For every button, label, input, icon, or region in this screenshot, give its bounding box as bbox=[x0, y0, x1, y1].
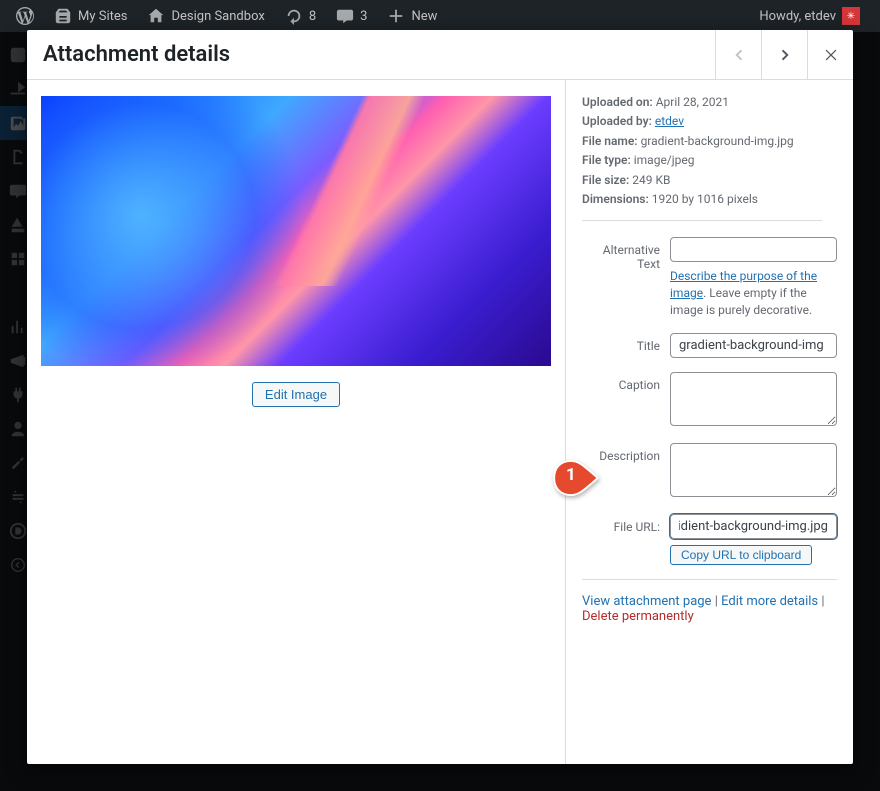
wordpress-icon bbox=[16, 7, 34, 25]
description-row: Description bbox=[582, 443, 837, 500]
file-type-label: File type: bbox=[582, 153, 631, 167]
caption-input[interactable] bbox=[670, 372, 837, 426]
delete-permanently-link[interactable]: Delete permanently bbox=[582, 609, 694, 624]
title-label: Title bbox=[582, 333, 670, 353]
modal-title: Attachment details bbox=[43, 42, 230, 67]
wp-logo[interactable] bbox=[8, 0, 42, 32]
file-size-value: 249 KB bbox=[632, 173, 670, 187]
alt-text-input[interactable] bbox=[670, 237, 837, 262]
updates-count: 8 bbox=[309, 9, 316, 24]
prev-button[interactable] bbox=[715, 30, 761, 80]
caption-row: Caption bbox=[582, 372, 837, 429]
admin-bar-right: Howdy, etdev ✳ bbox=[751, 0, 872, 32]
new-label: New bbox=[411, 9, 437, 24]
new-link[interactable]: New bbox=[379, 0, 445, 32]
comments-count: 3 bbox=[360, 9, 367, 24]
modal-nav bbox=[715, 30, 853, 80]
modal-header: Attachment details bbox=[27, 30, 853, 80]
my-sites-label: My Sites bbox=[78, 9, 127, 24]
edit-more-link[interactable]: Edit more details bbox=[721, 594, 818, 609]
howdy-text: Howdy, etdev bbox=[759, 9, 836, 24]
uploaded-on-value: April 28, 2021 bbox=[656, 95, 729, 109]
comments-link[interactable]: 3 bbox=[328, 0, 375, 32]
admin-bar: My Sites Design Sandbox 8 3 New bbox=[0, 0, 880, 32]
media-details-pane: Uploaded on: April 28, 2021 Uploaded by:… bbox=[566, 80, 853, 764]
attachment-actions: View attachment page | Edit more details… bbox=[582, 579, 837, 624]
file-url-input[interactable] bbox=[670, 514, 837, 539]
caption-label: Caption bbox=[582, 372, 670, 392]
chevron-left-icon bbox=[730, 46, 748, 64]
admin-bar-left: My Sites Design Sandbox 8 3 New bbox=[8, 0, 445, 32]
updates-icon bbox=[285, 7, 303, 25]
title-input[interactable] bbox=[670, 333, 837, 358]
file-url-label: File URL: bbox=[582, 514, 670, 534]
file-type-value: image/jpeg bbox=[634, 153, 695, 167]
uploaded-by-link[interactable]: etdev bbox=[655, 114, 684, 128]
howdy-link[interactable]: Howdy, etdev ✳ bbox=[751, 0, 868, 32]
description-label: Description bbox=[582, 443, 670, 463]
my-sites-link[interactable]: My Sites bbox=[46, 0, 135, 32]
file-details: Uploaded on: April 28, 2021 Uploaded by:… bbox=[582, 94, 822, 221]
plus-icon bbox=[387, 7, 405, 25]
close-icon bbox=[822, 46, 840, 64]
chevron-right-icon bbox=[776, 46, 794, 64]
description-input[interactable] bbox=[670, 443, 837, 497]
next-button[interactable] bbox=[761, 30, 807, 80]
edit-image-button[interactable]: Edit Image bbox=[252, 382, 340, 407]
file-size-label: File size: bbox=[582, 173, 629, 187]
media-preview-pane: Edit Image bbox=[27, 80, 566, 764]
updates-link[interactable]: 8 bbox=[277, 0, 324, 32]
attachment-image bbox=[41, 96, 551, 366]
alt-text-label: Alternative Text bbox=[582, 237, 670, 271]
attachment-details-modal: Attachment details Edit Image Uploaded o… bbox=[27, 30, 853, 764]
uploaded-on-label: Uploaded on: bbox=[582, 95, 653, 109]
file-name-value: gradient-background-img.jpg bbox=[641, 134, 794, 148]
avatar: ✳ bbox=[842, 7, 860, 25]
dimensions-value: 1920 by 1016 pixels bbox=[652, 192, 758, 206]
uploaded-by-label: Uploaded by: bbox=[582, 114, 652, 128]
close-button[interactable] bbox=[807, 30, 853, 80]
file-name-label: File name: bbox=[582, 134, 638, 148]
site-name-label: Design Sandbox bbox=[171, 9, 264, 24]
view-attachment-link[interactable]: View attachment page bbox=[582, 594, 711, 609]
alt-text-help: Describe the purpose of the image. Leave… bbox=[670, 268, 837, 318]
home-icon bbox=[147, 7, 165, 25]
comments-icon bbox=[336, 7, 354, 25]
dimensions-label: Dimensions: bbox=[582, 192, 649, 206]
copy-url-button[interactable]: Copy URL to clipboard bbox=[670, 545, 812, 565]
file-url-row: File URL: Copy URL to clipboard bbox=[582, 514, 837, 565]
modal-body: Edit Image Uploaded on: April 28, 2021 U… bbox=[27, 80, 853, 764]
site-name-link[interactable]: Design Sandbox bbox=[139, 0, 272, 32]
sites-icon bbox=[54, 7, 72, 25]
title-row: Title bbox=[582, 333, 837, 358]
alt-text-row: Alternative Text Describe the purpose of… bbox=[582, 237, 837, 318]
